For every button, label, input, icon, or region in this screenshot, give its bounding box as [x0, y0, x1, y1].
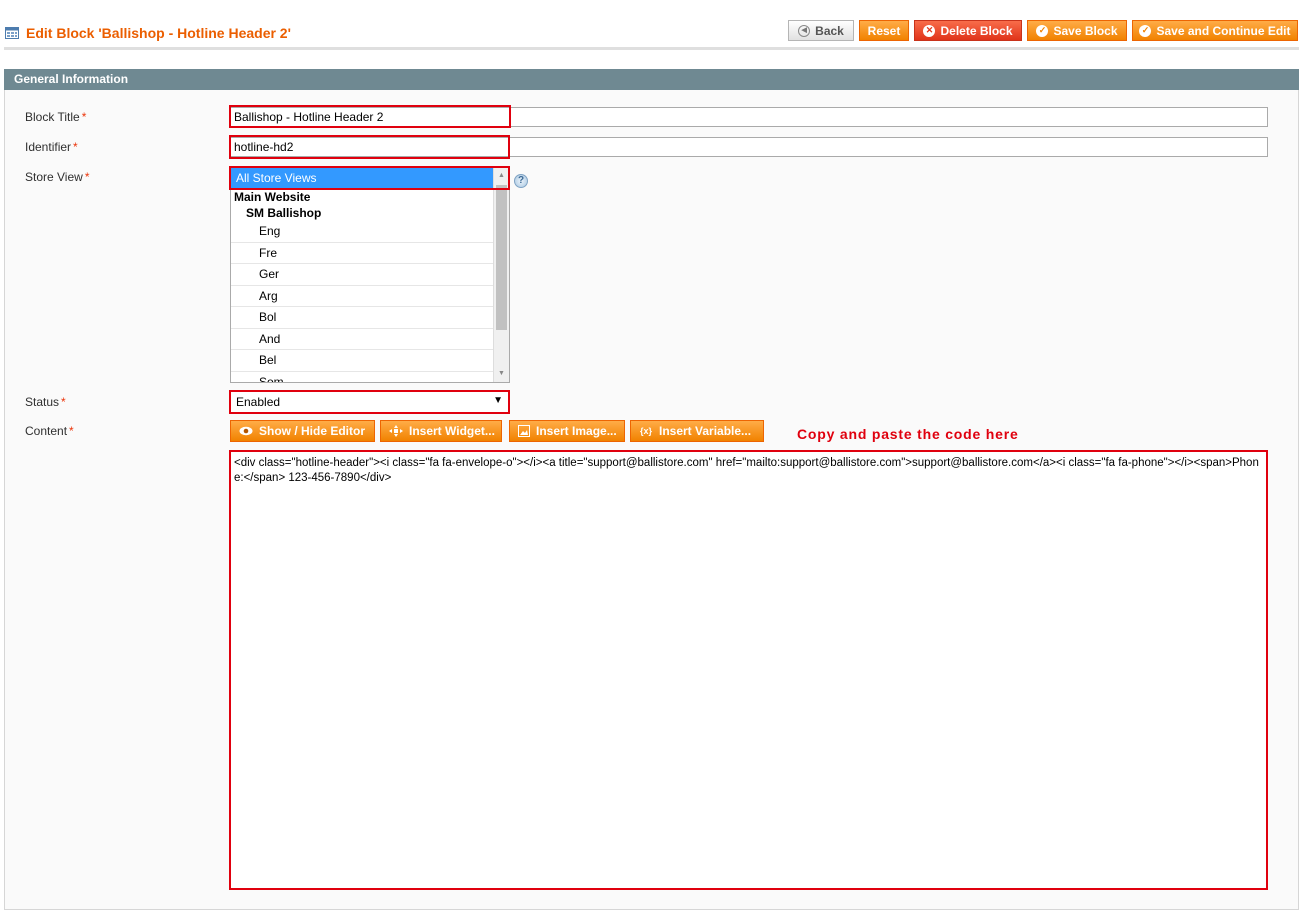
- store-view-option[interactable]: And: [231, 329, 494, 350]
- scrollbar-thumb[interactable]: [496, 185, 507, 330]
- scroll-up-icon[interactable]: ▲: [494, 168, 509, 184]
- store-view-option[interactable]: Som: [231, 372, 494, 383]
- content-label: Content *: [25, 424, 74, 438]
- identifier-input[interactable]: [230, 137, 1268, 157]
- cms-block-icon: [5, 27, 19, 39]
- section-header: General Information: [4, 69, 1299, 90]
- insert-image-button[interactable]: Insert Image...: [509, 420, 625, 442]
- image-icon: [518, 425, 530, 437]
- block-title-label: Block Title *: [25, 110, 87, 124]
- store-view-option-selected[interactable]: All Store Views: [231, 168, 494, 189]
- checkmark-icon: ✓: [1139, 24, 1152, 37]
- status-label: Status *: [25, 395, 66, 409]
- insert-variable-button[interactable]: {x} Insert Variable...: [630, 420, 764, 442]
- store-view-option[interactable]: Fre: [231, 243, 494, 264]
- reset-button[interactable]: Reset: [859, 20, 909, 41]
- store-view-multiselect[interactable]: All Store Views Main Website SM Ballisho…: [230, 167, 510, 383]
- delete-icon: ✕: [923, 24, 936, 37]
- store-view-option[interactable]: Eng: [231, 221, 494, 243]
- dropdown-arrow-icon: ▼: [493, 395, 503, 406]
- store-view-scrollbar[interactable]: ▲ ▼: [493, 168, 509, 382]
- save-block-button[interactable]: ✓ Save Block: [1027, 20, 1127, 41]
- content-textarea[interactable]: <div class="hotline-header"><i class="fa…: [230, 451, 1268, 889]
- checkmark-icon: ✓: [1036, 24, 1049, 37]
- save-and-continue-button[interactable]: ✓ Save and Continue Edit: [1132, 20, 1298, 41]
- store-view-option[interactable]: Ger: [231, 264, 494, 286]
- store-view-subgroup: SM Ballishop: [246, 206, 322, 220]
- store-view-label: Store View *: [25, 170, 90, 184]
- block-title-input[interactable]: [230, 107, 1268, 127]
- insert-widget-button[interactable]: Insert Widget...: [380, 420, 502, 442]
- instruction-note: Copy and paste the code here: [797, 426, 1019, 442]
- delete-block-button[interactable]: ✕ Delete Block: [914, 20, 1022, 41]
- widget-icon: [389, 425, 403, 437]
- arrow-left-icon: ◀: [798, 24, 811, 37]
- show-hide-editor-button[interactable]: Show / Hide Editor: [230, 420, 375, 442]
- identifier-label: Identifier *: [25, 140, 78, 154]
- back-button[interactable]: ◀ Back: [788, 20, 854, 41]
- store-view-option[interactable]: Bel: [231, 350, 494, 372]
- page-title: Edit Block 'Ballishop - Hotline Header 2…: [26, 25, 291, 41]
- title-divider: [4, 47, 1299, 50]
- status-select[interactable]: Enabled ▼: [230, 391, 510, 413]
- eye-icon: [239, 425, 253, 437]
- variable-icon: {x}: [639, 426, 652, 436]
- store-view-option[interactable]: Bol: [231, 307, 494, 329]
- store-view-group: Main Website: [234, 190, 311, 204]
- scroll-down-icon[interactable]: ▼: [494, 366, 509, 382]
- store-view-option[interactable]: Arg: [231, 286, 494, 307]
- help-icon[interactable]: ?: [514, 174, 528, 188]
